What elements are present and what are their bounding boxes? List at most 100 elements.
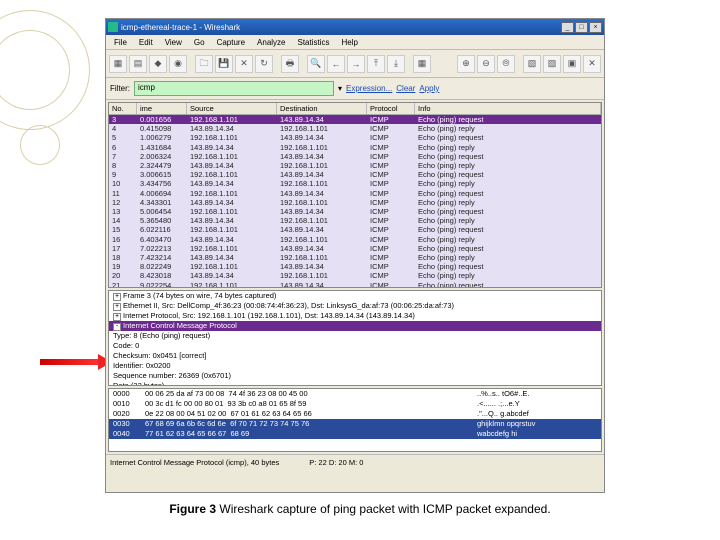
tree-toggle-icon[interactable]: + [113, 313, 121, 321]
toolbar-button[interactable]: ▨ [543, 55, 561, 73]
packet-details-pane[interactable]: +Frame 3 (74 bytes on wire, 74 bytes cap… [108, 290, 602, 386]
hex-row[interactable]: 00200e 22 08 00 04 51 02 00 67 01 61 62 … [109, 409, 601, 419]
filterbar: Filter: icmp ▾ Expression... Clear Apply [106, 78, 604, 100]
filter-label: Filter: [110, 84, 130, 93]
toolbar-zoomin-icon[interactable]: ⊕ [457, 55, 475, 73]
toolbar-button[interactable]: ◉ [169, 55, 187, 73]
toolbar-back-icon[interactable]: ← [327, 55, 345, 73]
menu-analyze[interactable]: Analyze [252, 37, 290, 48]
toolbar-button[interactable]: ⤓ [387, 55, 405, 73]
table-row[interactable]: 177.022213192.168.1.101143.89.14.34ICMPE… [109, 244, 601, 253]
detail-row[interactable]: Checksum: 0x0451 [correct] [109, 351, 601, 361]
table-row[interactable]: 30.001656192.168.1.101143.89.14.34ICMPEc… [109, 115, 601, 124]
hex-row[interactable]: 001000 3c d1 fc 00 00 80 01 93 3b c0 a8 … [109, 399, 601, 409]
packet-list-pane[interactable]: No.imeSourceDestinationProtocolInfo 30.0… [108, 102, 602, 288]
column-header[interactable]: No. [109, 103, 137, 114]
menu-file[interactable]: File [109, 37, 132, 48]
detail-row[interactable]: Type: 8 (Echo (ping) request) [109, 331, 601, 341]
menu-edit[interactable]: Edit [134, 37, 158, 48]
toolbar: ▦ ▤ ◆ ◉ 🗀 💾 ✕ ↻ 🖶 🔍 ← → ⤒ ⤓ ▦ ⊕ ⊖ ⦾ ▧ ▨ … [106, 50, 604, 78]
table-row[interactable]: 208.423018143.89.14.34192.168.1.101ICMPE… [109, 271, 601, 280]
status-left: Internet Control Message Protocol (icmp)… [110, 458, 279, 467]
clear-link[interactable]: Clear [396, 84, 415, 93]
table-row[interactable]: 145.365480143.89.14.34192.168.1.101ICMPE… [109, 216, 601, 225]
toolbar-button[interactable]: ▦ [109, 55, 127, 73]
column-header[interactable]: Info [415, 103, 601, 114]
hex-row[interactable]: 004077 61 62 63 64 65 66 67 68 69wabcdef… [109, 429, 601, 439]
column-header[interactable]: Protocol [367, 103, 415, 114]
status-right: P: 22 D: 20 M: 0 [309, 458, 363, 467]
table-row[interactable]: 219.022254192.168.1.101143.89.14.34ICMPE… [109, 281, 601, 288]
expression-link[interactable]: Expression... [346, 84, 392, 93]
table-row[interactable]: 61.431684143.89.14.34192.168.1.101ICMPEc… [109, 143, 601, 152]
menu-help[interactable]: Help [337, 37, 363, 48]
toolbar-button[interactable]: ▧ [523, 55, 541, 73]
toolbar-find-icon[interactable]: 🔍 [307, 55, 325, 73]
table-row[interactable]: 51.006279192.168.1.101143.89.14.34ICMPEc… [109, 133, 601, 142]
toolbar-open-icon[interactable]: 🗀 [195, 55, 213, 73]
figure-caption: Figure 3 Wireshark capture of ping packe… [0, 502, 720, 517]
minimize-button[interactable]: _ [561, 22, 574, 33]
statusbar: Internet Control Message Protocol (icmp)… [106, 454, 604, 470]
menu-go[interactable]: Go [189, 37, 210, 48]
callout-arrow [40, 359, 100, 365]
detail-row[interactable]: Identifier: 0x0200 [109, 361, 601, 371]
app-icon [108, 22, 118, 32]
caption-text: Wireshark capture of ping packet with IC… [216, 502, 551, 516]
table-row[interactable]: 198.022249192.168.1.101143.89.14.34ICMPE… [109, 262, 601, 271]
table-row[interactable]: 156.022116192.168.1.101143.89.14.34ICMPE… [109, 225, 601, 234]
column-header[interactable]: ime [137, 103, 187, 114]
toolbar-button[interactable]: ▤ [129, 55, 147, 73]
detail-row[interactable]: +Ethernet II, Src: DellComp_4f:36:23 (00… [109, 301, 601, 311]
menu-statistics[interactable]: Statistics [293, 37, 335, 48]
table-row[interactable]: 114.006694192.168.1.101143.89.14.34ICMPE… [109, 189, 601, 198]
column-header[interactable]: Destination [277, 103, 367, 114]
close-button[interactable]: × [589, 22, 602, 33]
table-row[interactable]: 135.006454192.168.1.101143.89.14.34ICMPE… [109, 207, 601, 216]
table-row[interactable]: 82.324479143.89.14.34192.168.1.101ICMPEc… [109, 161, 601, 170]
hex-row[interactable]: 003067 68 69 6a 6b 6c 6d 6e 6f 70 71 72 … [109, 419, 601, 429]
toolbar-zoom100-icon[interactable]: ⦾ [497, 55, 515, 73]
toolbar-print-icon[interactable]: 🖶 [281, 55, 299, 73]
detail-row[interactable]: Data (32 bytes) [109, 381, 601, 386]
toolbar-save-icon[interactable]: 💾 [215, 55, 233, 73]
menu-capture[interactable]: Capture [212, 37, 250, 48]
toolbar-button[interactable]: ▦ [413, 55, 431, 73]
toolbar-button[interactable]: ◆ [149, 55, 167, 73]
packet-bytes-pane[interactable]: 000000 06 25 da af 73 00 08 74 4f 36 23 … [108, 388, 602, 452]
detail-row[interactable]: Code: 0 [109, 341, 601, 351]
table-row[interactable]: 93.006615192.168.1.101143.89.14.34ICMPEc… [109, 170, 601, 179]
titlebar[interactable]: icmp-ethereal-trace-1 - Wireshark _ □ × [106, 19, 604, 35]
maximize-button[interactable]: □ [575, 22, 588, 33]
filter-input[interactable]: icmp [134, 81, 334, 96]
table-row[interactable]: 72.006324192.168.1.101143.89.14.34ICMPEc… [109, 152, 601, 161]
wireshark-window: icmp-ethereal-trace-1 - Wireshark _ □ × … [105, 18, 605, 493]
tree-toggle-icon[interactable]: - [113, 323, 121, 331]
menu-view[interactable]: View [160, 37, 187, 48]
tree-toggle-icon[interactable]: + [113, 303, 121, 311]
detail-row[interactable]: -Internet Control Message Protocol [109, 321, 601, 331]
table-row[interactable]: 166.403470143.89.14.34192.168.1.101ICMPE… [109, 235, 601, 244]
tree-toggle-icon[interactable]: + [113, 293, 121, 301]
table-row[interactable]: 103.434756143.89.14.34192.168.1.101ICMPE… [109, 179, 601, 188]
window-title: icmp-ethereal-trace-1 - Wireshark [121, 23, 561, 32]
toolbar-button[interactable]: ✕ [235, 55, 253, 73]
toolbar-reload-icon[interactable]: ↻ [255, 55, 273, 73]
toolbar-goto-icon[interactable]: ⤒ [367, 55, 385, 73]
table-row[interactable]: 40.415098143.89.14.34192.168.1.101ICMPEc… [109, 124, 601, 133]
column-header[interactable]: Source [187, 103, 277, 114]
caption-label: Figure 3 [169, 502, 216, 516]
toolbar-fwd-icon[interactable]: → [347, 55, 365, 73]
toolbar-zoomout-icon[interactable]: ⊖ [477, 55, 495, 73]
packet-list-header: No.imeSourceDestinationProtocolInfo [109, 103, 601, 115]
detail-row[interactable]: +Internet Protocol, Src: 192.168.1.101 (… [109, 311, 601, 321]
detail-row[interactable]: +Frame 3 (74 bytes on wire, 74 bytes cap… [109, 291, 601, 301]
filter-dropdown-icon[interactable]: ▾ [338, 84, 342, 93]
detail-row[interactable]: Sequence number: 26369 (0x6701) [109, 371, 601, 381]
toolbar-button[interactable]: ▣ [563, 55, 581, 73]
table-row[interactable]: 187.423214143.89.14.34192.168.1.101ICMPE… [109, 253, 601, 262]
hex-row[interactable]: 000000 06 25 da af 73 00 08 74 4f 36 23 … [109, 389, 601, 399]
table-row[interactable]: 124.343301143.89.14.34192.168.1.101ICMPE… [109, 198, 601, 207]
toolbar-button[interactable]: ✕ [583, 55, 601, 73]
apply-link[interactable]: Apply [419, 84, 439, 93]
